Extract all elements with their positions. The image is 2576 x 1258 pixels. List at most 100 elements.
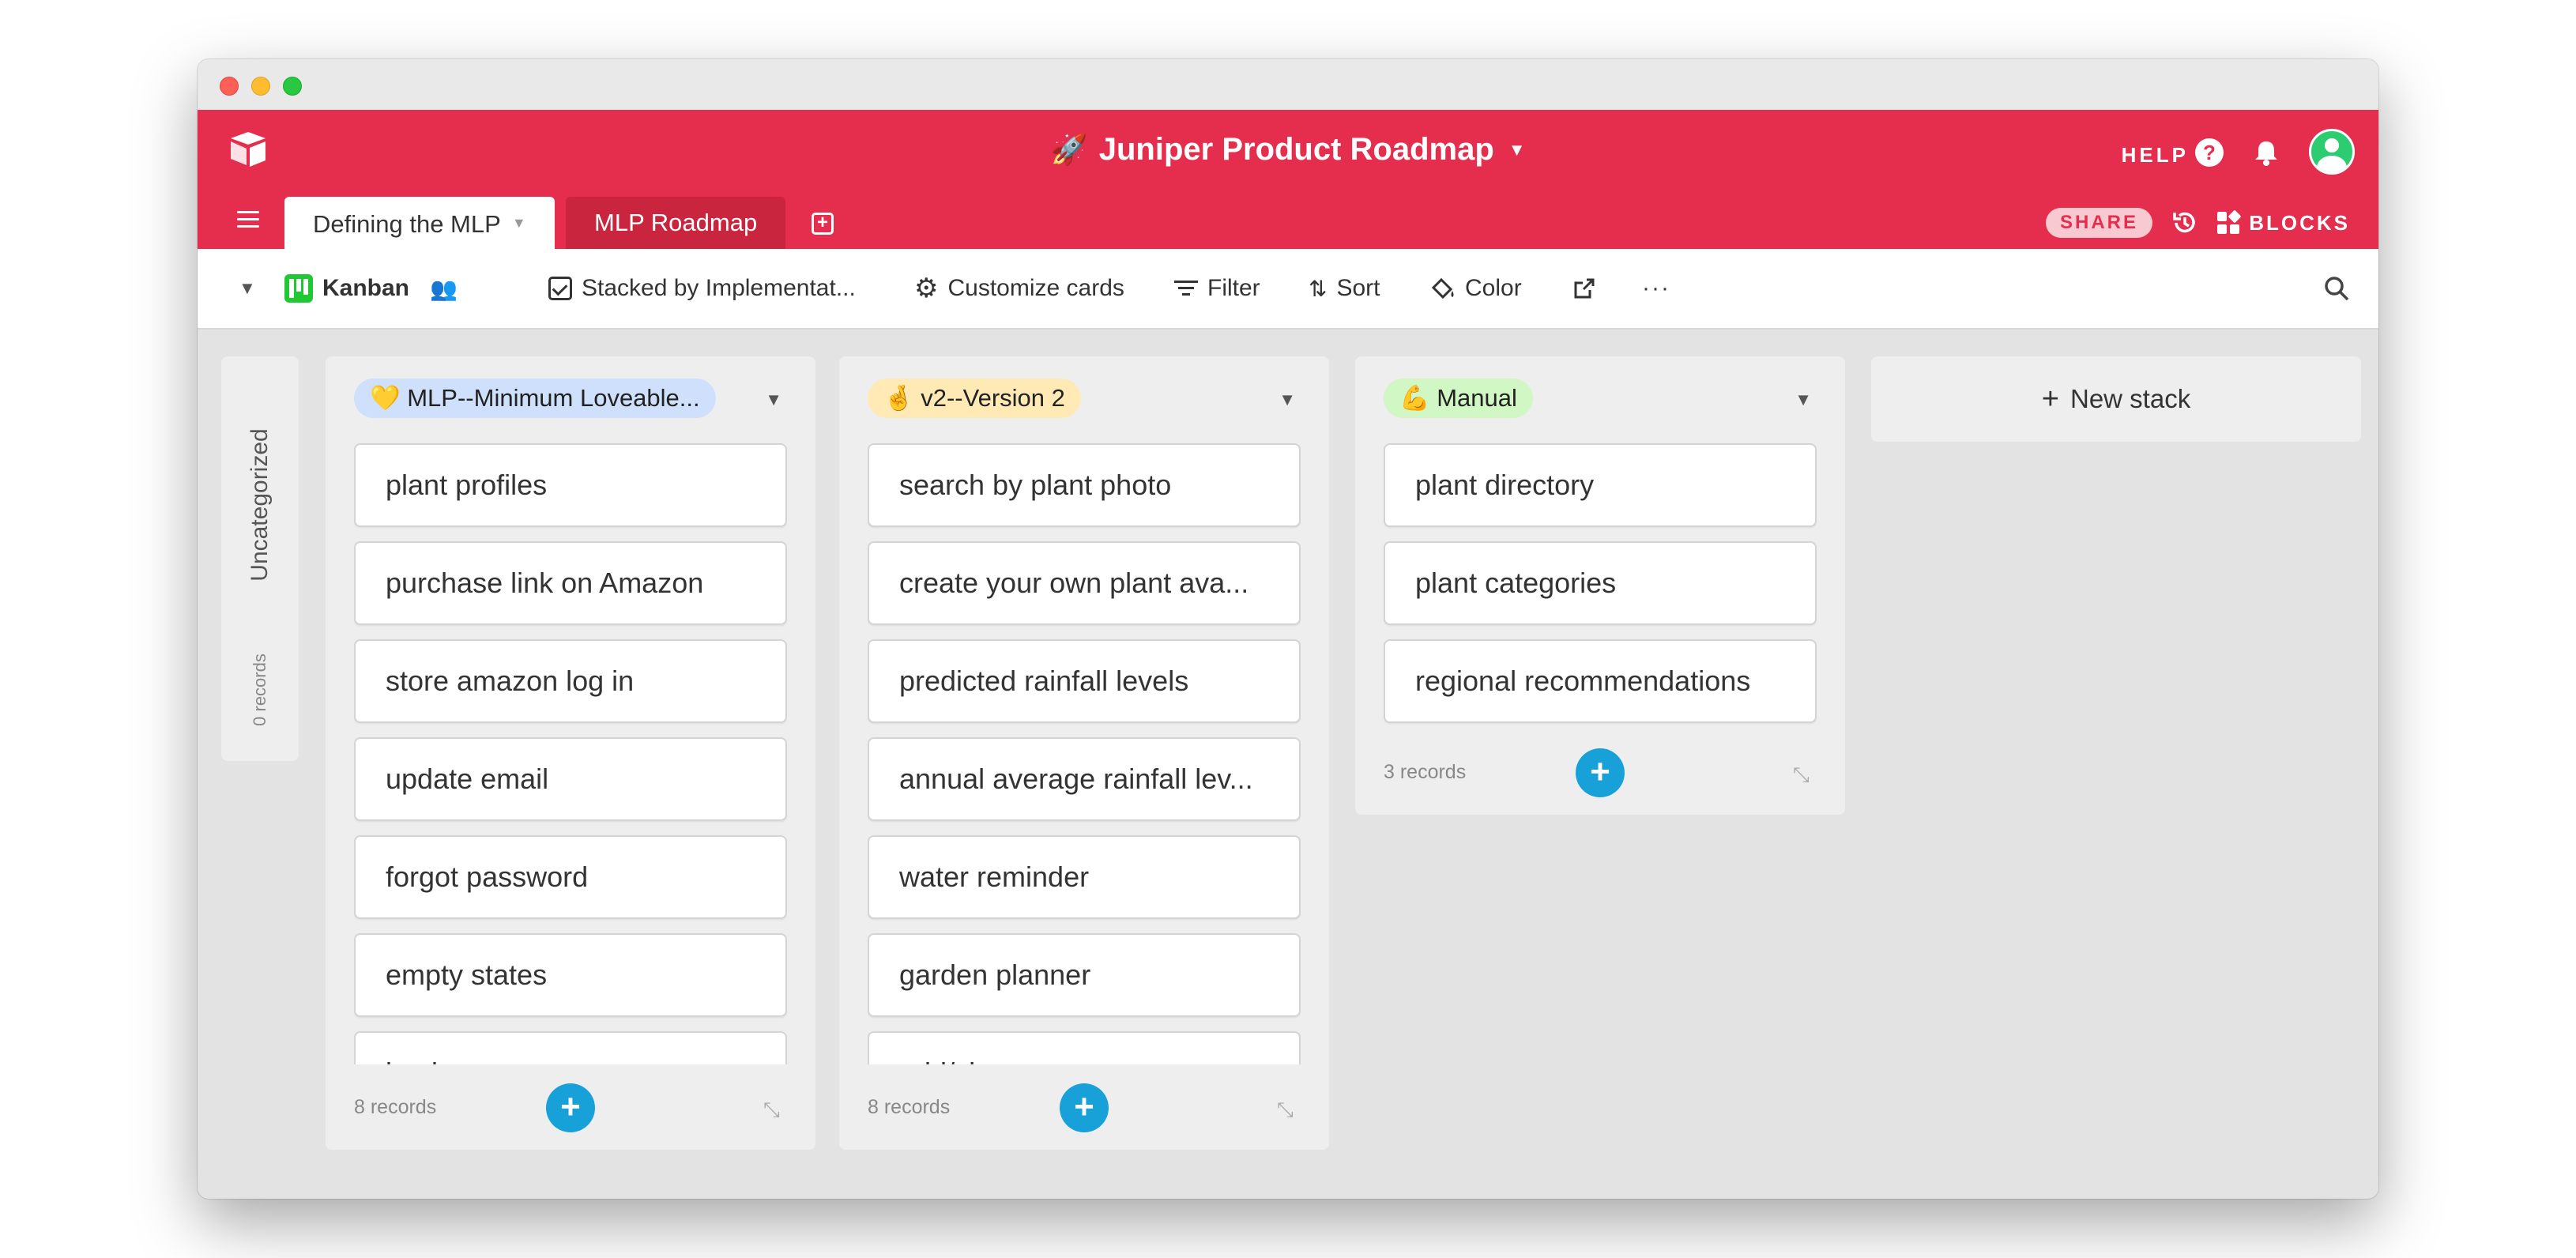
stack-header[interactable]: 🤞 v2--Version 2 [868,379,1081,418]
blocks-button[interactable]: BLOCKS [2216,208,2350,238]
zoom-window-button[interactable] [283,77,302,96]
stack-footer: 8 records + ⤡ [839,1068,1329,1150]
window-titlebar [198,59,2378,110]
hamburger-menu-icon[interactable] [237,211,259,228]
view-name: Kanban [322,275,410,301]
record-card[interactable]: purchase link on Amazon [354,541,787,625]
share-view-button[interactable] [1572,249,1596,328]
search-icon [2325,277,2349,301]
app-header: 🚀 Juniper Product Roadmap ▼ HELP ? Defin… [198,110,2378,249]
add-record-button[interactable]: + [546,1083,595,1132]
checkbox-icon [548,277,572,300]
record-card[interactable]: log in [354,1031,787,1064]
record-count: 3 records [1384,761,1467,783]
stack-mlp: 💛 MLP--Minimum Loveable... ▼ plant profi… [326,356,815,1150]
stack-emoji: 🤞 [883,384,914,412]
stack-emoji: 💪 [1399,384,1430,412]
uncategorized-stack[interactable]: Uncategorized 0 records [221,356,299,761]
blocks-label: BLOCKS [2249,210,2350,235]
sort-icon: ⇅ [1309,276,1328,301]
customize-cards-button[interactable]: ⚙ Customize cards [914,249,1124,328]
minimize-window-button[interactable] [251,77,270,96]
stack-manual: 💪 Manual ▼ plant directory plant categor… [1355,356,1845,815]
add-record-button[interactable]: + [1576,748,1625,797]
add-record-button[interactable]: + [1060,1083,1109,1132]
base-title-menu[interactable]: 🚀 Juniper Product Roadmap ▼ [198,132,2378,168]
record-card[interactable]: update email [354,737,787,821]
record-card[interactable]: regional recommendations [1384,639,1817,723]
close-window-button[interactable] [220,77,239,96]
stack-footer: 3 records + ⤡ [1355,733,1845,815]
stack-title: Manual [1437,384,1517,412]
chevron-down-icon[interactable]: ▼ [1795,390,1812,410]
question-icon[interactable]: ? [2195,138,2224,167]
record-card[interactable]: water reminder [868,835,1301,919]
uncategorized-count: 0 records [250,653,269,726]
record-card[interactable]: garden planner [868,933,1301,1017]
stack-header[interactable]: 💛 MLP--Minimum Loveable... [354,379,716,418]
tab-defining-the-mlp[interactable]: Defining the MLP ▼ [284,197,555,249]
share-out-icon [1574,278,1595,299]
app-window: 🚀 Juniper Product Roadmap ▼ HELP ? Defin… [198,59,2378,1199]
sort-button[interactable]: ⇅ Sort [1309,249,1380,328]
card-list: plant directory plant categories regiona… [1384,443,1817,737]
record-card[interactable]: create your own plant ava... [868,541,1301,625]
filter-icon [1174,281,1198,296]
kanban-icon [284,274,313,303]
record-card[interactable]: forgot password [354,835,787,919]
kanban-board: Uncategorized 0 records 💛 MLP--Minimum L… [198,330,2378,1199]
new-stack-label: New stack [2069,384,2191,413]
rocket-icon: 🚀 [1050,133,1088,167]
sort-label: Sort [1336,275,1380,301]
customize-cards-label: Customize cards [947,275,1124,301]
stack-footer: 8 records + ⤡ [326,1068,815,1150]
share-button[interactable]: SHARE [2045,208,2152,238]
record-count: 8 records [868,1096,951,1118]
filter-button[interactable]: Filter [1174,249,1260,328]
card-list: plant profiles purchase link on Amazon s… [354,443,787,1064]
uncategorized-label: Uncategorized [247,428,273,582]
collapse-icon[interactable]: ⤡ [1793,763,1815,786]
base-title: Juniper Product Roadmap [1098,132,1494,167]
stack-v2: 🤞 v2--Version 2 ▼ search by plant photo … [839,356,1329,1150]
record-card[interactable]: search by plant photo [868,443,1301,527]
view-switcher[interactable]: Kanban 👥 [284,249,458,328]
color-button[interactable]: Color [1430,249,1522,328]
collapse-icon[interactable]: ⤡ [1277,1098,1299,1121]
chevron-down-icon[interactable]: ▼ [1279,390,1296,410]
add-table-icon[interactable]: + [812,213,834,235]
stacked-by-button[interactable]: Stacked by Implementat... [548,249,856,328]
blocks-icon [2217,210,2241,234]
user-avatar[interactable] [2309,129,2355,175]
tab-mlp-roadmap[interactable]: MLP Roadmap [566,197,786,249]
view-list-toggle[interactable]: ▼ [239,249,256,328]
stacked-by-label: Stacked by Implementat... [582,275,856,301]
search-button[interactable] [2323,249,2350,328]
record-card[interactable]: plant directory [1384,443,1817,527]
paint-bucket-icon [1431,277,1454,299]
record-card[interactable]: annual average rainfall lev... [868,737,1301,821]
chevron-down-icon[interactable]: ▼ [765,390,782,410]
plus-icon: + [2041,382,2059,416]
record-card[interactable]: empty states [354,933,787,1017]
record-card[interactable]: plant profiles [354,443,787,527]
record-card[interactable]: add/ch... [868,1031,1301,1064]
record-count: 8 records [354,1096,437,1118]
chevron-down-icon: ▼ [1508,139,1526,160]
chevron-down-icon: ▼ [511,215,526,231]
record-card[interactable]: predicted rainfall levels [868,639,1301,723]
collaborators-icon[interactable]: 👥 [430,276,458,302]
stack-title: v2--Version 2 [921,384,1065,412]
tab-label: Defining the MLP [313,210,501,238]
help-button[interactable]: HELP [2122,143,2189,168]
more-options-button[interactable]: ··· [1642,249,1670,328]
stack-emoji: 💛 [370,384,401,412]
stack-header[interactable]: 💪 Manual [1384,379,1533,418]
bell-icon[interactable] [2250,137,2282,168]
new-stack-button[interactable]: + New stack [1871,356,2361,442]
collapse-icon[interactable]: ⤡ [763,1098,785,1121]
filter-label: Filter [1207,275,1260,301]
history-icon[interactable] [2170,208,2200,238]
record-card[interactable]: store amazon log in [354,639,787,723]
record-card[interactable]: plant categories [1384,541,1817,625]
